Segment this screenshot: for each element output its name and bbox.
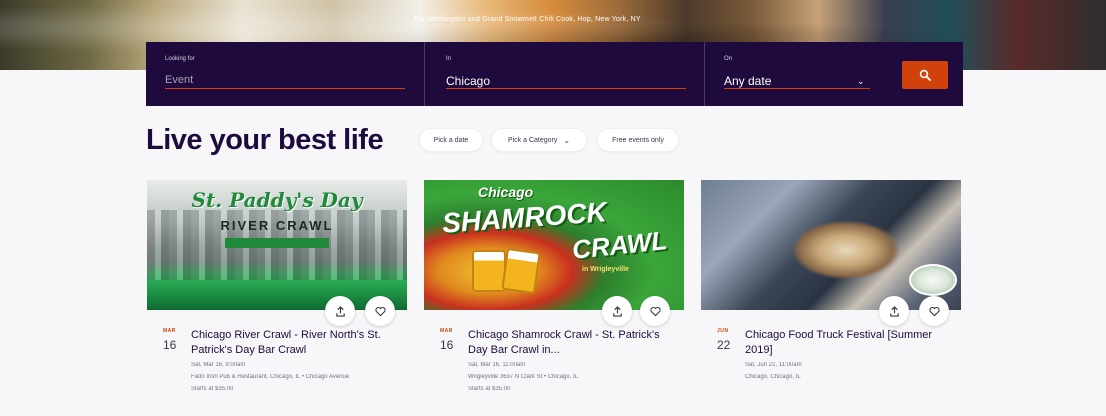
filter-free-only-label: Free events only [612, 136, 664, 144]
event-venue: Wrigleyville 3637 N Clark St • Chicago, … [468, 374, 579, 380]
event-image-text: RIVER CRAWL [220, 218, 334, 233]
event-datetime: Sat, Jun 22, 11:00am [745, 362, 802, 368]
event-month: MAR [440, 328, 453, 334]
event-venue: Chicago, Chicago, IL [745, 374, 801, 380]
filter-pick-category-label: Pick a Category [507, 136, 558, 144]
event-card[interactable]: Chicago SHAMROCK CRAWL in Wrigleyville M… [424, 180, 684, 400]
event-thumbnail [909, 264, 957, 296]
page-title: Live your best life [146, 124, 384, 156]
event-title[interactable]: Chicago Food Truck Festival [Summer 2019… [745, 328, 955, 358]
event-image[interactable]: Chicago SHAMROCK CRAWL in Wrigleyville [424, 180, 684, 310]
event-details: MAR 16 Chicago River Crawl - River North… [147, 310, 407, 400]
search-when-field[interactable]: On Any date ⌄ [705, 42, 895, 106]
event-month: JUN [717, 328, 729, 334]
search-what-field[interactable]: Looking for Event [146, 42, 424, 106]
event-image-text: CRAWL [570, 225, 669, 265]
filter-pick-category[interactable]: Pick a Category ⌄ [491, 128, 587, 152]
event-card[interactable]: St. Paddy's Day RIVER CRAWL MAR 16 Chica… [147, 180, 407, 400]
filter-free-only[interactable]: Free events only [597, 128, 679, 152]
event-image[interactable]: St. Paddy's Day RIVER CRAWL [147, 180, 407, 310]
event-day: 16 [163, 338, 177, 352]
chevron-down-icon[interactable]: ⌄ [857, 76, 865, 87]
search-when-underline [724, 88, 870, 89]
chevron-down-icon: ⌄ [563, 135, 571, 145]
event-card[interactable]: JUN 22 Chicago Food Truck Festival [Summ… [701, 180, 961, 400]
event-datetime: Sat, Mar 16, 9:00am [191, 362, 246, 368]
search-when-label: On [724, 56, 733, 62]
search-when-select[interactable]: Any date [724, 74, 771, 88]
search-where-field[interactable]: In Chicago [427, 42, 705, 106]
search-icon [919, 69, 931, 81]
hero-caption: Fat Washington and Grand Snowmelt Chili … [414, 16, 641, 23]
event-image-text: Chicago [478, 184, 534, 200]
filter-pick-date-label: Pick a date [433, 136, 469, 144]
search-what-underline [165, 88, 405, 89]
event-day: 22 [717, 338, 731, 352]
search-where-input[interactable]: Chicago [446, 74, 490, 88]
search-button[interactable] [902, 61, 948, 89]
event-image[interactable] [701, 180, 961, 310]
event-day: 16 [440, 338, 454, 352]
event-details: JUN 22 Chicago Food Truck Festival [Summ… [701, 310, 961, 400]
search-bar: Looking for Event In Chicago On Any date… [146, 42, 963, 106]
search-what-label: Looking for [165, 56, 195, 62]
event-month: MAR [163, 328, 176, 334]
search-what-input[interactable]: Event [165, 74, 193, 86]
filter-pick-date[interactable]: Pick a date [419, 128, 483, 152]
search-divider [424, 42, 425, 106]
event-datetime: Sat, Mar 16, 11:00am [468, 362, 526, 368]
event-title[interactable]: Chicago River Crawl - River North's St. … [191, 328, 401, 358]
event-price: Starts at $35.00 [468, 386, 511, 392]
event-price: Starts at $35.00 [191, 386, 234, 392]
beer-mug-graphic [501, 247, 541, 295]
event-venue: Fado Irish Pub & Restaurant, Chicago, IL… [191, 374, 350, 380]
event-title[interactable]: Chicago Shamrock Crawl - St. Patrick's D… [468, 328, 678, 358]
search-where-underline [446, 88, 686, 89]
event-image-text: St. Paddy's Day [191, 188, 363, 212]
search-where-label: In [446, 56, 452, 62]
event-image-strip [225, 238, 329, 248]
event-details: MAR 16 Chicago Shamrock Crawl - St. Patr… [424, 310, 684, 400]
event-image-text: in Wrigleyville [582, 266, 629, 273]
